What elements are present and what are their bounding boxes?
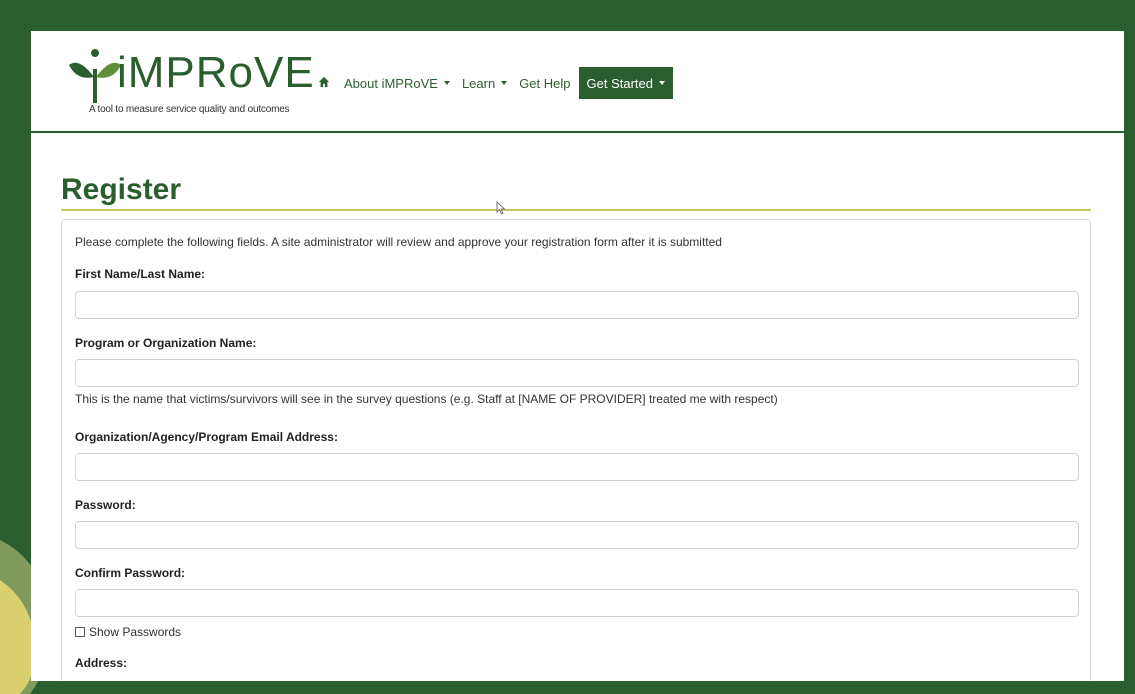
nav-learn[interactable]: Learn [461,75,508,91]
page-title: Register [61,173,182,206]
org-label: Program or Organization Name: [75,336,257,350]
chevron-down-icon [658,81,665,85]
org-input[interactable] [75,359,1079,387]
password-input[interactable] [75,521,1079,549]
main-nav: About iMPRoVE Learn Get Help Get Started [318,67,673,99]
show-passwords-toggle[interactable]: Show Passwords [75,625,181,639]
confirm-password-input[interactable] [75,589,1079,617]
get-started-button[interactable]: Get Started [578,67,673,99]
email-label: Organization/Agency/Program Email Addres… [75,430,338,444]
site-header: iMPRoVE A tool to measure service qualit… [31,31,1124,133]
browser-page: iMPRoVE A tool to measure service qualit… [31,31,1124,681]
logo-tagline: A tool to measure service quality and ou… [89,104,290,115]
nav-learn-label: Learn [461,75,496,91]
nav-about-label: About iMPRoVE [344,75,438,91]
name-input[interactable] [75,291,1079,319]
title-divider [61,209,1091,211]
password-label: Password: [75,498,136,512]
site-logo[interactable]: iMPRoVE A tool to measure service qualit… [67,45,314,121]
name-label: First Name/Last Name: [75,267,206,281]
mouse-cursor-icon [496,201,506,215]
nav-get-help-label: Get Help [519,75,571,91]
chevron-down-icon [443,81,450,85]
get-started-label: Get Started [586,75,653,91]
leaf-logo-icon [69,49,121,103]
register-form: Please complete the following fields. A … [61,219,1091,681]
confirm-password-label: Confirm Password: [75,566,186,580]
nav-about[interactable]: About iMPRoVE [344,76,450,91]
show-passwords-checkbox[interactable] [75,627,85,637]
chevron-down-icon [501,81,508,85]
show-passwords-label: Show Passwords [89,625,182,639]
nav-get-help[interactable]: Get Help [519,76,570,91]
email-input[interactable] [75,453,1079,481]
org-help-text: This is the name that victims/survivors … [75,392,778,406]
form-intro: Please complete the following fields. A … [75,235,722,249]
address-label: Address: [75,656,128,670]
home-icon[interactable] [318,76,332,90]
logo-wordmark: iMPRoVE [117,48,315,97]
